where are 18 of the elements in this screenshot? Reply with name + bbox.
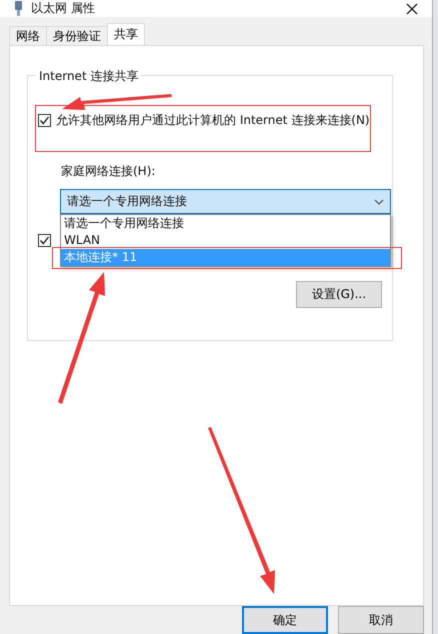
dropdown-option[interactable]: WLAN: [61, 232, 390, 249]
dialog-button[interactable]: 取消: [338, 606, 424, 634]
network-adapter-icon: [14, 0, 23, 16]
dialog-button[interactable]: 确定: [242, 606, 328, 634]
group-title: Internet 连接共享: [36, 68, 142, 85]
tab[interactable]: 身份验证: [46, 26, 108, 45]
close-icon[interactable]: [406, 2, 418, 14]
checkbox[interactable]: [38, 114, 51, 127]
checkbox-label: 允许其他网络用户通过此计算机的 Internet 连接来连接(N): [56, 112, 370, 129]
checkbox[interactable]: [38, 234, 51, 247]
tab[interactable]: 共享: [107, 23, 145, 45]
dropdown-option[interactable]: 请选一个专用网络连接: [61, 215, 390, 232]
caret-icon: [374, 198, 384, 204]
tab[interactable]: 网络: [9, 26, 47, 45]
field-label: 家庭网络连接(H):: [61, 163, 156, 180]
dropdown[interactable]: 请选一个专用网络连接: [60, 189, 391, 214]
window-title: 以太网 属性: [31, 0, 95, 17]
settings-button[interactable]: 设置(G)...: [296, 281, 382, 308]
